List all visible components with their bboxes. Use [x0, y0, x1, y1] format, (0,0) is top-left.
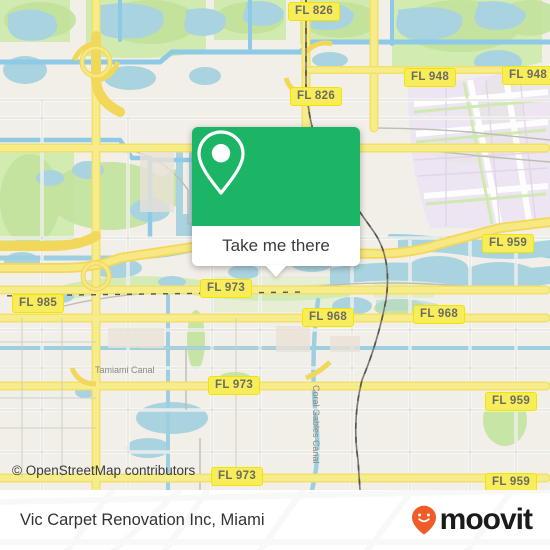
highway-shield-fl-973-north[interactable]: FL 973: [200, 279, 253, 298]
moovit-logo[interactable]: moovit: [411, 503, 533, 536]
footer-content: Vic Carpet Renovation Inc, Miami moovit: [0, 490, 550, 550]
moovit-place-map-card: Tamiami Canal Coral Gables Canal FL 826 …: [0, 0, 550, 550]
map-canvas[interactable]: Tamiami Canal Coral Gables Canal FL 826 …: [0, 0, 550, 490]
take-me-there-label: Take me there: [222, 236, 330, 255]
map-pin-icon: [197, 130, 245, 195]
highway-shield-fl-959-mid[interactable]: FL 959: [485, 392, 538, 411]
highway-shield-fl-826-north[interactable]: FL 826: [288, 2, 341, 21]
highway-shield-fl-968-east[interactable]: FL 968: [413, 305, 466, 324]
footer-bar: Vic Carpet Renovation Inc, Miami moovit: [0, 490, 550, 550]
highway-shield-fl-973-south[interactable]: FL 973: [211, 467, 264, 486]
highway-shield-fl-959-south[interactable]: FL 959: [485, 473, 538, 490]
place-title: Vic Carpet Renovation Inc, Miami: [20, 510, 265, 529]
highway-shield-fl-826-mid[interactable]: FL 826: [290, 87, 343, 106]
moovit-smiley-pin-icon: [411, 505, 436, 535]
highway-shield-fl-948-east[interactable]: FL 948: [502, 66, 550, 85]
highway-shield-fl-973-mid[interactable]: FL 973: [208, 376, 261, 395]
place-callout[interactable]: Take me there: [192, 127, 360, 277]
moovit-wordmark: moovit: [439, 503, 533, 536]
osm-attribution[interactable]: © OpenStreetMap contributors: [12, 463, 195, 478]
map-label-tamiami-canal: Tamiami Canal: [95, 365, 155, 375]
map-label-coral-gables-canal: Coral Gables Canal: [311, 385, 321, 464]
callout-action-area[interactable]: Take me there: [192, 226, 360, 277]
callout-pointer-tail: [265, 265, 287, 277]
highway-shield-fl-959-north[interactable]: FL 959: [482, 234, 535, 253]
highway-shield-fl-985[interactable]: FL 985: [12, 294, 65, 313]
highway-shield-fl-968-west[interactable]: FL 968: [302, 308, 355, 327]
highway-shield-fl-948-west[interactable]: FL 948: [404, 68, 457, 87]
callout-icon-area: [192, 127, 360, 226]
